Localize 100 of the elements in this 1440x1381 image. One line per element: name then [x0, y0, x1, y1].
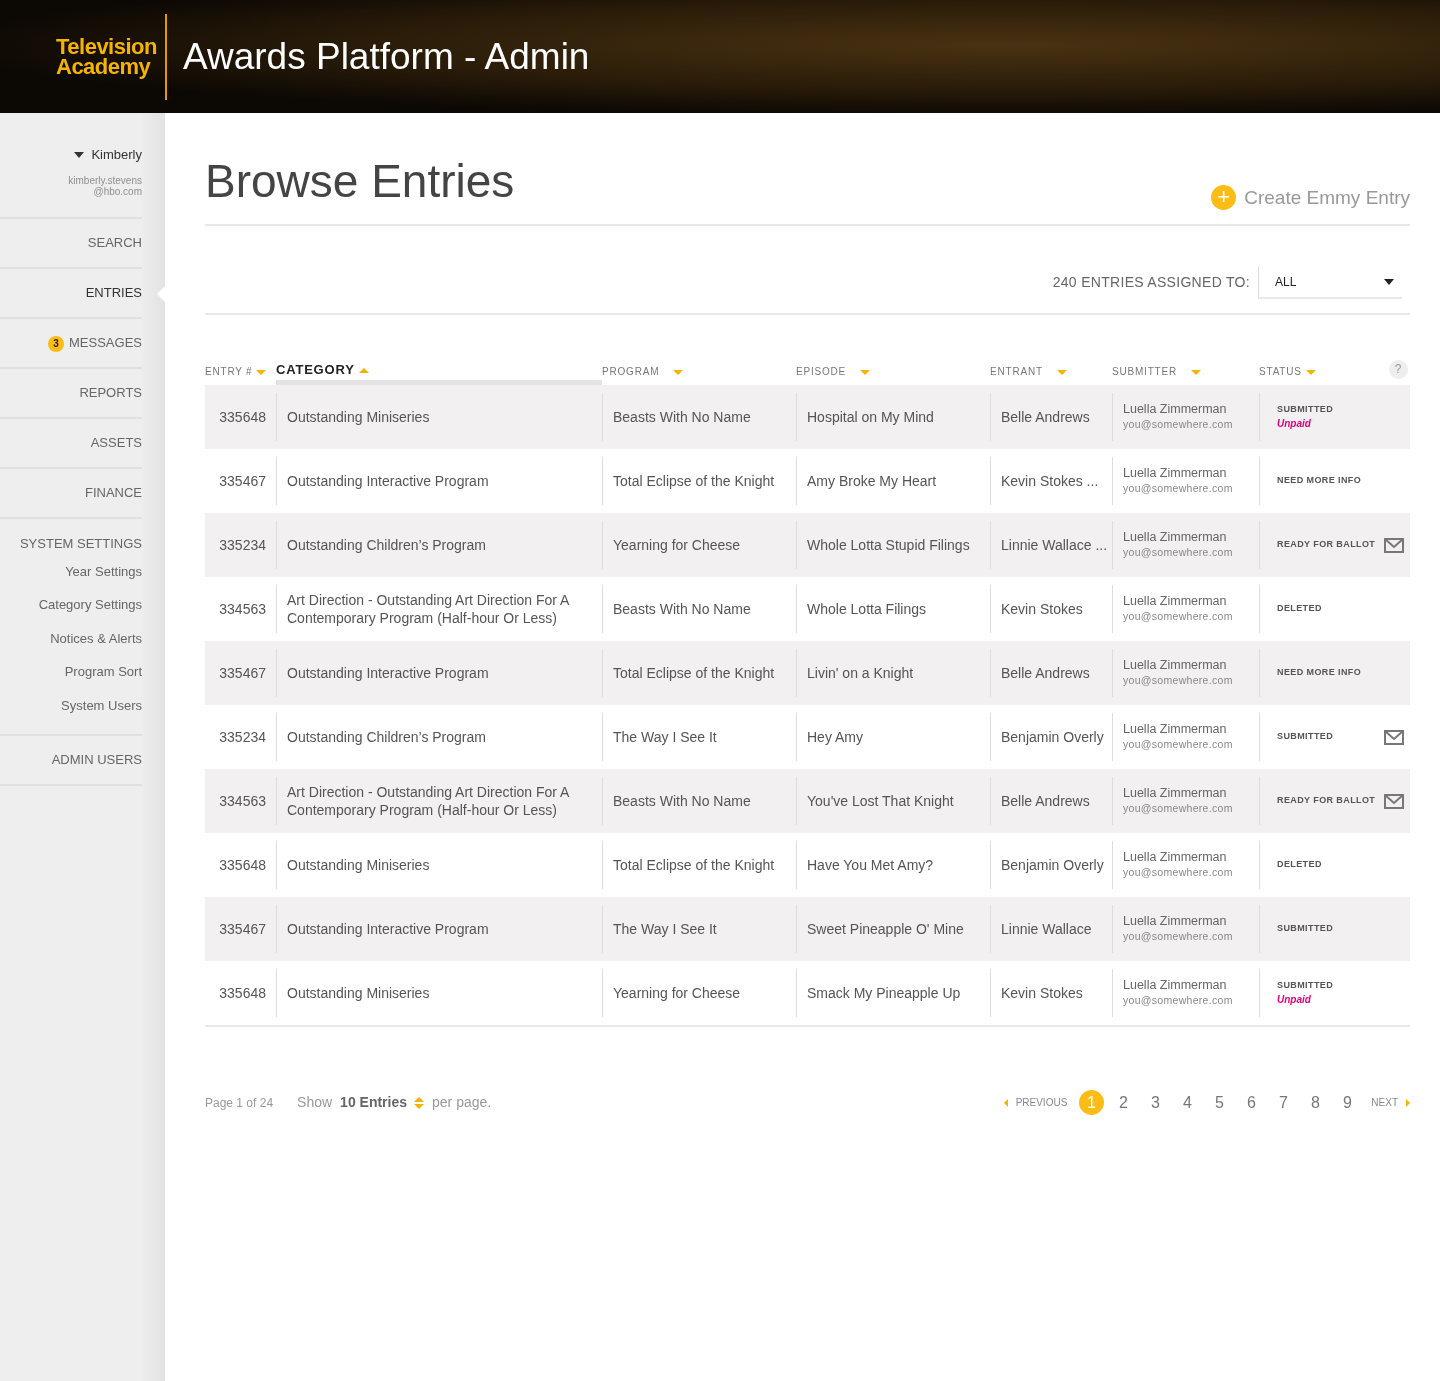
table-cell-text: You've Lost That Knight	[807, 791, 954, 811]
table-cell-text: 334563	[219, 599, 266, 619]
submitter-name: Luella Zimmerman	[1123, 913, 1227, 929]
page-link[interactable]: 2	[1110, 1090, 1136, 1115]
table-cell-text: Kevin Stokes	[1001, 599, 1083, 619]
user-menu[interactable]: Kimberly	[70, 145, 142, 165]
status-label: READY FOR BALLOT	[1277, 794, 1376, 808]
status-label: DELETED	[1277, 858, 1322, 872]
nav-item[interactable]: ADMIN USERS	[51, 752, 142, 767]
sort-down-icon[interactable]	[1191, 369, 1201, 375]
sort-down-icon[interactable]	[673, 369, 684, 375]
table-cell-text: Art Direction - Outstanding Art Direction For A Contemporary Program (Half-hour Or Less)	[287, 783, 570, 819]
page-link[interactable]: 6	[1238, 1090, 1264, 1115]
page-link[interactable]: 7	[1270, 1090, 1296, 1115]
submitter-name: Luella Zimmerman	[1123, 593, 1227, 609]
per-page-select[interactable]: 10 Entries	[340, 1092, 433, 1113]
table-cell: Outstanding Miniseries	[287, 984, 430, 1002]
submitter-email: you@somewhere.com	[1123, 544, 1233, 560]
status-label: SUBMITTED	[1277, 730, 1334, 744]
page-info: Page 1 of 24	[205, 1094, 274, 1112]
table-cell-text: Sweet Pineapple O' Mine	[807, 919, 964, 939]
nav-subitem[interactable]: Notices & Alerts	[0, 621, 142, 655]
nav-subitem[interactable]: Category Settings	[0, 588, 142, 622]
table-cell-text: Belle Andrews	[1001, 663, 1090, 683]
column-header[interactable]: ENTRANT	[990, 366, 1043, 377]
nav-item[interactable]: SEARCH	[87, 234, 142, 250]
column-header[interactable]: SUBMITTER	[1112, 366, 1177, 377]
table-cell-text: 335648	[219, 983, 266, 1003]
table-cell-text: Amy Broke My Heart	[807, 471, 937, 491]
table-cell: Outstanding Children’s Program	[287, 728, 486, 746]
table-cell-text: Smack My Pineapple Up	[807, 983, 961, 1003]
table-cell-text: Total Eclipse of the Knight	[613, 663, 775, 683]
table-cell-text: 335234	[219, 727, 266, 747]
sort-down-icon[interactable]	[1056, 369, 1067, 375]
caret-icon	[1384, 278, 1394, 285]
submitter-name: Luella Zimmerman	[1123, 721, 1227, 737]
caret-icon	[74, 151, 85, 158]
table-cell-text: Beasts With No Name	[613, 407, 751, 427]
unpaid-label: Unpaid	[1277, 417, 1312, 432]
assignee-dropdown[interactable]: ALL	[1258, 266, 1402, 299]
status-label: READY FOR BALLOT	[1277, 538, 1376, 552]
page-title: Browse Entries	[205, 154, 515, 209]
previous-link[interactable]: PREVIOUS	[1003, 1095, 1068, 1110]
submitter-name: Luella Zimmerman	[1123, 657, 1227, 673]
sort-down-icon[interactable]	[1305, 369, 1316, 375]
nav-item[interactable]: 3 MESSAGES	[48, 334, 142, 350]
next-link[interactable]: NEXT	[1371, 1095, 1410, 1110]
submitter-name: Luella Zimmerman	[1123, 785, 1227, 801]
table-cell-text: Kevin Stokes	[1001, 983, 1083, 1003]
table-cell-text: The Way I See It	[613, 727, 717, 747]
envelope-icon[interactable]	[1384, 793, 1404, 809]
submitter-email: you@somewhere.com	[1123, 736, 1233, 752]
nav-item[interactable]: ASSETS	[90, 434, 142, 450]
page-link[interactable]: 5	[1206, 1090, 1232, 1115]
logo[interactable]: Television Academy	[56, 36, 157, 77]
column-header[interactable]: EPISODE	[796, 366, 847, 377]
column-header[interactable]: PROGRAM	[602, 366, 660, 377]
submitter-name: Luella Zimmerman	[1123, 529, 1227, 545]
table-cell-text: Beasts With No Name	[613, 599, 751, 619]
nav-item[interactable]: ENTRIES	[85, 284, 142, 300]
table-cell-text: 335467	[219, 663, 266, 683]
submitter-email: you@somewhere.com	[1123, 608, 1233, 624]
nav-item[interactable]: SYSTEM SETTINGS	[0, 532, 142, 555]
help-button[interactable]: ?	[1389, 360, 1408, 379]
table-cell-text: Belle Andrews	[1001, 407, 1090, 427]
table-cell-text: 335467	[219, 919, 266, 939]
sort-icon	[414, 1096, 425, 1109]
page-link[interactable]: 3	[1142, 1090, 1168, 1115]
column-header[interactable]: STATUS	[1259, 366, 1302, 377]
nav-item[interactable]: REPORTS	[79, 384, 142, 400]
status-label: SUBMITTED	[1277, 922, 1334, 936]
table-cell: Outstanding Interactive Program	[287, 920, 489, 938]
table-cell-text: 335234	[219, 535, 266, 555]
nav-subitem[interactable]: Program Sort	[0, 655, 142, 689]
status-label: SUBMITTED	[1277, 978, 1334, 992]
page-link[interactable]: 9	[1334, 1090, 1360, 1115]
create-entry-link[interactable]: + Create Emmy Entry	[1211, 183, 1410, 212]
table-cell: Outstanding Interactive Program	[287, 664, 489, 682]
page-link[interactable]: 4	[1174, 1090, 1200, 1115]
table-cell-text: Hospital on My Mind	[807, 407, 934, 427]
table-cell-text: Whole Lotta Stupid Filings	[807, 535, 970, 555]
count-badge: 3	[48, 335, 65, 352]
submitter-name: Luella Zimmerman	[1123, 401, 1227, 417]
table-cell-text: Whole Lotta Filings	[807, 599, 927, 619]
envelope-icon[interactable]	[1384, 537, 1404, 553]
table-cell: Outstanding Miniseries	[287, 856, 430, 874]
page-link[interactable]: 8	[1302, 1090, 1328, 1115]
sort-down-icon[interactable]	[860, 369, 871, 375]
sort-up-icon[interactable]	[358, 368, 369, 374]
nav-item[interactable]: FINANCE	[84, 484, 142, 500]
nav-subitem[interactable]: Year Settings	[0, 554, 142, 588]
submitter-email: you@somewhere.com	[1123, 992, 1233, 1008]
column-header[interactable]: CATEGORY	[276, 362, 355, 377]
envelope-icon[interactable]	[1384, 729, 1404, 745]
nav-subitem[interactable]: System Users	[0, 688, 142, 722]
table-cell-text: Total Eclipse of the Knight	[613, 471, 775, 491]
column-header[interactable]: ENTRY #	[205, 366, 253, 377]
sort-down-icon[interactable]	[256, 369, 267, 375]
unpaid-label: Unpaid	[1277, 993, 1312, 1008]
table-cell-text: Total Eclipse of the Knight	[613, 855, 775, 875]
